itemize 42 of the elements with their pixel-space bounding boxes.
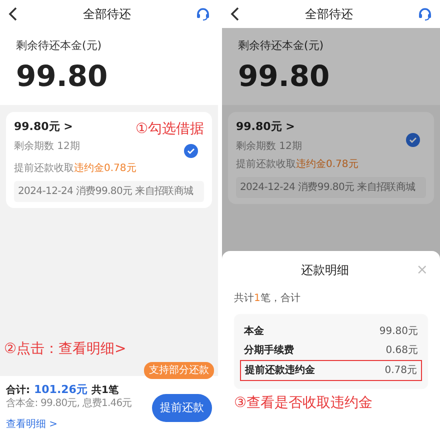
annotation: ①勾选借据 [135,120,204,140]
loan-amount[interactable]: 99.80元 > [14,119,80,136]
summary-amount: 99.80 [16,58,109,94]
check-icon [409,136,417,144]
checkbox[interactable] [406,133,420,148]
detail-label: 本金 [244,324,264,339]
detail-label: 提前还款违约金 [245,364,315,378]
breakdown-text: 含本金: 99.80元, 息费1.46元 [6,398,133,410]
remaining-periods: 剩余期数 12期 [236,140,302,154]
detail-link[interactable]: 查看明细 > [6,419,58,430]
count-text: 共1笔 [91,384,118,398]
sheet-title: 还款明细 [301,262,350,279]
loan-card[interactable]: 99.80元 > 剩余期数 12期 ①勾选借据 提前还款收取违约金0.78元 2024-12-24 消费99.80元 来自招联商城 [6,112,212,208]
checkbox[interactable] [184,144,198,158]
annotation: ③查看是否收取违约金 [234,394,374,413]
total-label: 合计: [6,384,30,398]
repay-button[interactable]: 提前还款 [152,394,212,422]
fee-note: 提前还款收取违约金0.78元 [14,162,138,176]
check-icon [187,147,195,156]
annotation: ②点击：查看明细> [4,340,126,358]
fee-note: 提前还款收取违约金0.78元 [236,158,360,172]
detail-label: 分期手续费 [244,344,294,358]
detail-value: 0.68元 [386,344,418,358]
summary-amount: 99.80 [238,58,331,94]
partial-badge: 支持部分还款 [144,362,214,378]
back-icon[interactable] [8,7,18,21]
loan-detail: 2024-12-24 消费99.80元 来自招联商城 [14,181,204,202]
headset-icon[interactable] [418,7,432,21]
detail-value: 0.78元 [384,364,417,378]
remaining-periods: 剩余期数 12期 [14,140,80,154]
sheet-summary: 共计1笔，合计 [234,292,302,306]
detail-value: 99.80元 [379,325,418,339]
headset-icon[interactable] [196,7,210,21]
loan-amount[interactable]: 99.80元 > [236,119,302,136]
page-title: 全部待还 [83,6,131,23]
summary-label: 剩余待还本金(元) [238,38,325,54]
back-icon[interactable] [230,7,240,21]
page-title: 全部待还 [305,6,353,23]
loan-detail: 2024-12-24 消费99.80元 来自招联商城 [236,176,426,198]
loan-card[interactable]: 99.80元 > 剩余期数 12期 提前还款收取违约金0.78元 2024-12-24 消费99.80元 来自招联商城 [228,112,434,204]
summary-label: 剩余待还本金(元) [16,38,103,54]
total-amount: 101.26元 [34,382,88,398]
